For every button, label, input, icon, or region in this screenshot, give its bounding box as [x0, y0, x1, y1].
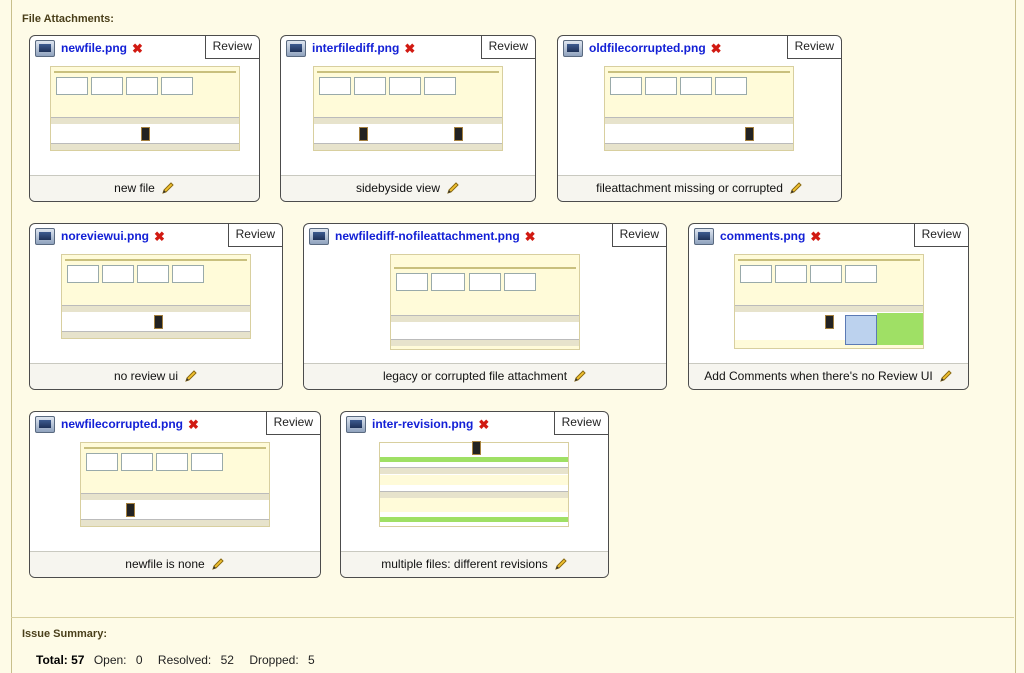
pencil-icon[interactable]	[446, 181, 460, 195]
review-button[interactable]: Review	[204, 36, 259, 59]
delete-x-icon[interactable]: ✖	[132, 41, 143, 57]
caption-bar: fileattachment missing or corrupted	[558, 175, 841, 201]
pencil-icon[interactable]	[789, 181, 803, 195]
attachment-link[interactable]: comments.png ✖	[720, 229, 821, 245]
review-button[interactable]: Review	[611, 224, 666, 247]
total-label: Total:	[36, 653, 68, 667]
attachment-thumbnail[interactable]	[604, 66, 794, 151]
section-divider	[11, 617, 1014, 618]
image-file-icon	[694, 228, 714, 245]
pencil-icon[interactable]	[554, 557, 568, 571]
attachment-link[interactable]: oldfilecorrupted.png ✖	[589, 41, 722, 57]
review-button[interactable]: Review	[265, 412, 320, 435]
caption-bar: sidebyside view	[281, 175, 535, 201]
dropped-label: Dropped:	[249, 653, 299, 667]
attachment-thumbnail[interactable]	[390, 254, 580, 350]
review-button[interactable]: Review	[480, 36, 535, 59]
issue-summary-title: Issue Summary:	[22, 628, 107, 640]
attachment-card: newfilecorrupted.png ✖ Review newfile is …	[29, 411, 321, 578]
image-file-icon	[35, 40, 55, 57]
image-file-icon	[563, 40, 583, 57]
attachment-caption: fileattachment missing or corrupted	[596, 181, 783, 195]
attachment-card: newfile.png ✖ Review new file	[29, 35, 260, 202]
delete-x-icon[interactable]: ✖	[525, 229, 536, 245]
pencil-icon[interactable]	[211, 557, 225, 571]
pencil-icon[interactable]	[939, 369, 953, 383]
delete-x-icon[interactable]: ✖	[711, 41, 722, 57]
caption-bar: newfile is none	[30, 551, 320, 577]
delete-x-icon[interactable]: ✖	[154, 229, 165, 245]
pencil-icon[interactable]	[184, 369, 198, 383]
delete-x-icon[interactable]: ✖	[478, 417, 489, 433]
caption-bar: legacy or corrupted file attachment	[304, 363, 666, 389]
review-button[interactable]: Review	[786, 36, 841, 59]
delete-x-icon[interactable]: ✖	[404, 41, 415, 57]
attachment-card: inter-revision.png ✖ Review multiple file…	[340, 411, 609, 578]
total-count[interactable]: 57	[71, 653, 84, 667]
delete-x-icon[interactable]: ✖	[188, 417, 199, 433]
attachment-link[interactable]: newfilediff-nofileattachment.png ✖	[335, 229, 536, 245]
dropped-count[interactable]: 5	[308, 653, 315, 667]
pencil-icon[interactable]	[573, 369, 587, 383]
open-label: Open:	[93, 653, 127, 667]
pencil-icon[interactable]	[161, 181, 175, 195]
attachment-card: interfilediff.png ✖ Review sidebyside vie…	[280, 35, 536, 202]
delete-x-icon[interactable]: ✖	[810, 229, 821, 245]
image-file-icon	[35, 228, 55, 245]
attachment-caption: sidebyside view	[355, 181, 441, 195]
attachment-link[interactable]: inter-revision.png ✖	[372, 417, 489, 433]
image-file-icon	[35, 416, 55, 433]
file-attachments-title: File Attachments:	[22, 13, 114, 25]
attachment-link[interactable]: interfilediff.png ✖	[312, 41, 415, 57]
attachment-thumbnail[interactable]	[61, 254, 251, 339]
attachment-card: newfilediff-nofileattachment.png ✖ Review…	[303, 223, 667, 390]
attachment-thumbnail[interactable]	[80, 442, 270, 527]
image-file-icon	[286, 40, 306, 57]
caption-bar: Add Comments when there's no Review UI	[689, 363, 968, 389]
image-file-icon	[346, 416, 366, 433]
open-count[interactable]: 0	[136, 653, 143, 667]
review-button[interactable]: Review	[913, 224, 968, 247]
caption-bar: multiple files: different revisions	[341, 551, 608, 577]
review-button[interactable]: Review	[227, 224, 282, 247]
attachment-caption: no review ui	[113, 369, 179, 383]
review-button[interactable]: Review	[553, 412, 608, 435]
attachment-card: noreviewui.png ✖ Review no review ui	[29, 223, 283, 390]
attachment-caption: new file	[114, 181, 155, 195]
resolved-label: Resolved:	[157, 653, 212, 667]
issue-summary-counts: Total: 57 Open: 0 Resolved: 52 Dropped: …	[36, 653, 327, 667]
attachment-thumbnail[interactable]	[734, 254, 924, 349]
caption-bar: new file	[30, 175, 259, 201]
attachment-caption: multiple files: different revisions	[381, 557, 548, 571]
attachment-link[interactable]: newfilecorrupted.png ✖	[61, 417, 199, 433]
image-file-icon	[309, 228, 329, 245]
attachment-card: comments.png ✖ Review Add Comments when t…	[688, 223, 969, 390]
attachment-caption: newfile is none	[125, 557, 205, 571]
attachment-thumbnail[interactable]	[379, 441, 569, 527]
attachment-card: oldfilecorrupted.png ✖ Review fileattachm…	[557, 35, 842, 202]
attachment-thumbnail[interactable]	[313, 66, 503, 151]
attachment-thumbnail[interactable]	[50, 66, 240, 151]
attachment-link[interactable]: noreviewui.png ✖	[61, 229, 165, 245]
attachment-link[interactable]: newfile.png ✖	[61, 41, 143, 57]
caption-bar: no review ui	[30, 363, 282, 389]
attachment-caption: legacy or corrupted file attachment	[382, 369, 568, 383]
attachment-caption: Add Comments when there's no Review UI	[704, 369, 933, 383]
resolved-count[interactable]: 52	[221, 653, 234, 667]
